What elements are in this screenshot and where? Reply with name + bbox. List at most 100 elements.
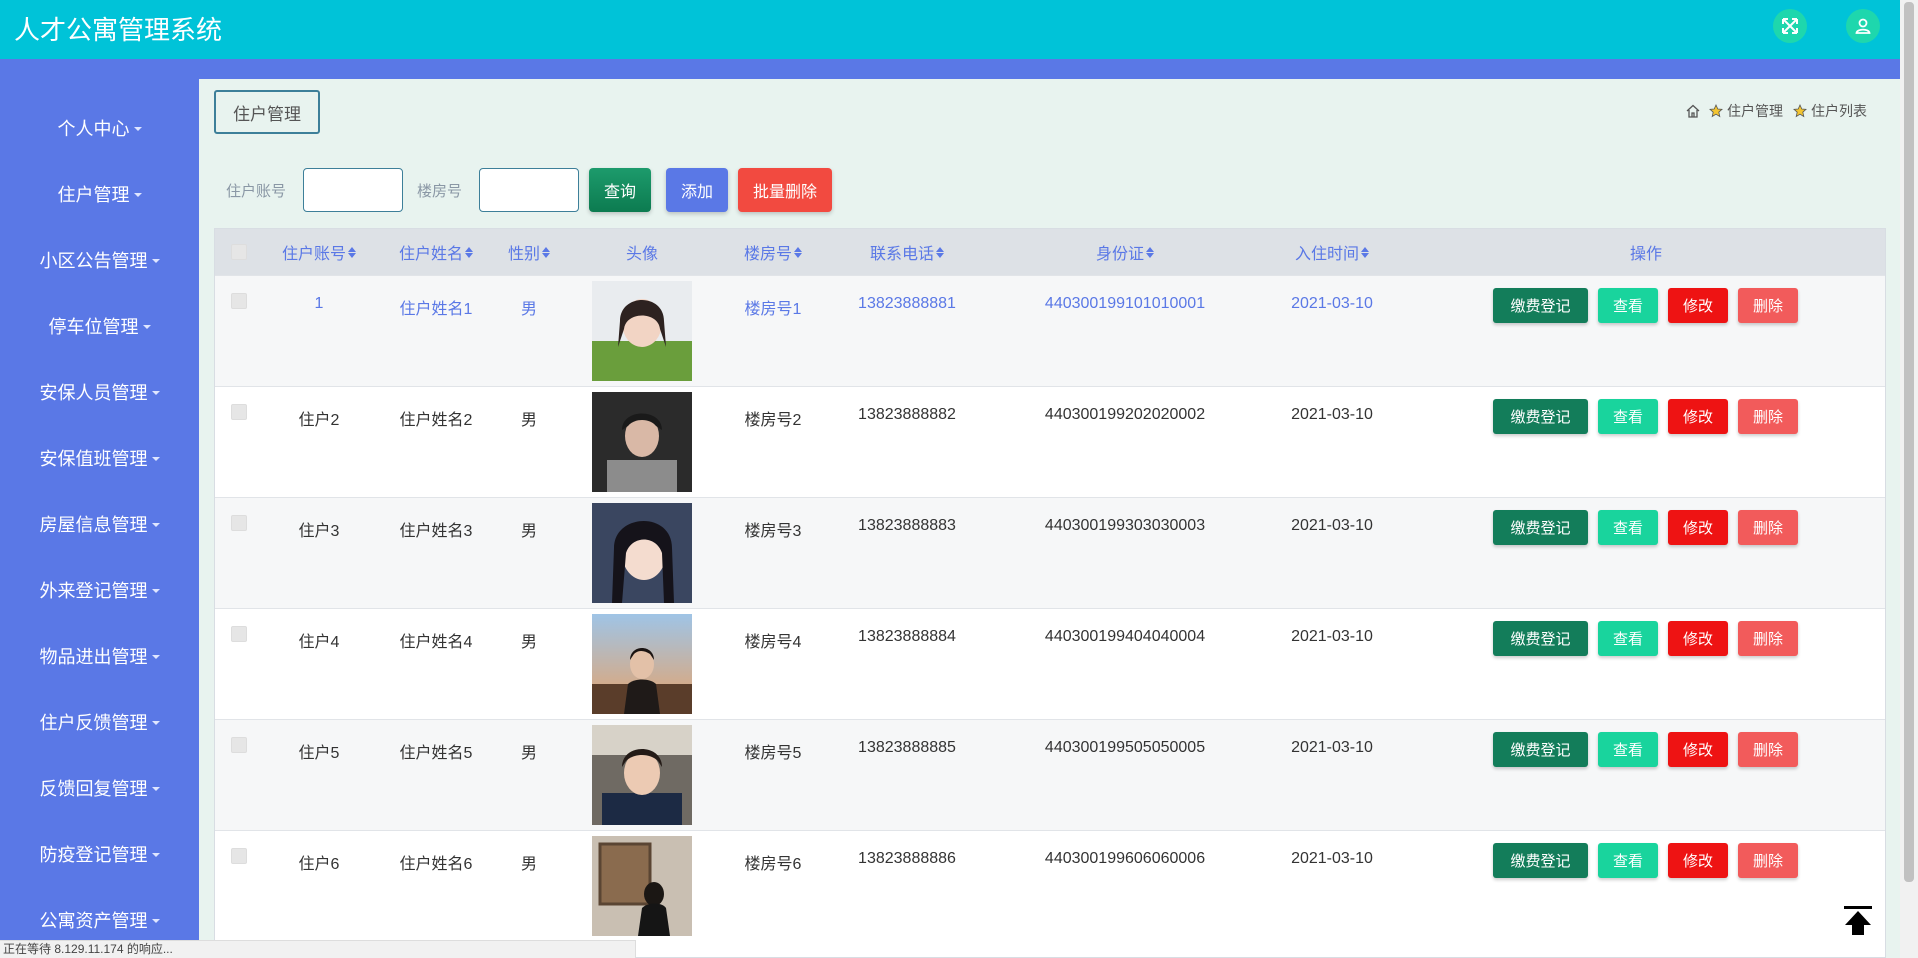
edit-button[interactable]: 修改 — [1668, 510, 1728, 545]
back-to-top-button[interactable] — [1840, 902, 1876, 938]
scrollbar-thumb[interactable] — [1904, 2, 1914, 882]
table-row: 住户5 住户姓名5 男 楼房号5 13823888885 44030019950… — [215, 719, 1885, 830]
header-label: 头像 — [625, 246, 659, 263]
edit-button[interactable]: 修改 — [1668, 399, 1728, 434]
sidebar-item-personal-center[interactable]: 个人中心 — [0, 108, 199, 148]
row-checkbox[interactable] — [231, 404, 247, 420]
sort-icon — [794, 246, 803, 258]
browser-status-bar: 正在等待 8.129.11.174 的响应... — [0, 940, 636, 958]
sidebar-item-label: 反馈回复管理 — [39, 779, 148, 799]
query-button[interactable]: 查询 — [589, 168, 652, 212]
sidebar-item-label: 防疫登记管理 — [39, 845, 148, 865]
delete-button[interactable]: 删除 — [1738, 399, 1798, 434]
header-actions: 操作 — [1630, 229, 1662, 275]
chevron-down-icon — [151, 655, 160, 659]
view-button[interactable]: 查看 — [1598, 510, 1658, 545]
chevron-down-icon — [151, 919, 160, 923]
fullscreen-button[interactable] — [1773, 9, 1807, 43]
header-id-card[interactable]: 身份证 — [1096, 229, 1155, 275]
delete-button[interactable]: 删除 — [1738, 288, 1798, 323]
edit-button[interactable]: 修改 — [1668, 843, 1728, 878]
page-scrollbar[interactable] — [1900, 0, 1918, 958]
cell-id-card: 440300199101010001 — [1044, 295, 1206, 312]
pay-register-button[interactable]: 缴费登记 — [1493, 510, 1588, 545]
sidebar-item-label: 房屋信息管理 — [39, 515, 148, 535]
edit-button[interactable]: 修改 — [1668, 288, 1728, 323]
pay-register-button[interactable]: 缴费登记 — [1493, 399, 1588, 434]
cell-name: 住户姓名2 — [399, 412, 473, 429]
view-button[interactable]: 查看 — [1598, 399, 1658, 434]
cell-phone: 13823888885 — [858, 739, 956, 756]
sidebar-item-resident-management[interactable]: 住户管理 — [0, 174, 199, 214]
fullscreen-icon — [1782, 18, 1798, 34]
delete-button[interactable]: 删除 — [1738, 732, 1798, 767]
sidebar: 个人中心 住户管理 小区公告管理 停车位管理 安保人员管理 安保值班管理 房屋信… — [0, 79, 199, 958]
sidebar-item-parking-management[interactable]: 停车位管理 — [0, 306, 199, 346]
header-checkin[interactable]: 入住时间 — [1295, 229, 1370, 275]
sidebar-item-label: 个人中心 — [57, 119, 130, 139]
cell-phone: 13823888883 — [858, 517, 956, 534]
sidebar-item-housing-info-management[interactable]: 房屋信息管理 — [0, 504, 199, 544]
header-name[interactable]: 住户姓名 — [399, 229, 474, 275]
view-button[interactable]: 查看 — [1598, 621, 1658, 656]
pay-register-button[interactable]: 缴费登记 — [1493, 732, 1588, 767]
header-gender[interactable]: 性别 — [508, 229, 551, 275]
sidebar-item-notice-management[interactable]: 小区公告管理 — [0, 240, 199, 280]
resident-table: 住户账号 住户姓名 性别 头像 楼房号 联系电话 身份证 入住时间 操作 1 住… — [214, 228, 1886, 958]
user-icon — [1855, 18, 1871, 34]
chevron-down-icon — [151, 589, 160, 593]
batch-delete-button[interactable]: 批量删除 — [738, 168, 833, 212]
chevron-down-icon — [151, 853, 160, 857]
sidebar-item-security-duty-management[interactable]: 安保值班管理 — [0, 438, 199, 478]
view-button[interactable]: 查看 — [1598, 843, 1658, 878]
select-all-checkbox[interactable] — [231, 244, 247, 260]
row-checkbox[interactable] — [231, 293, 247, 309]
pay-register-button[interactable]: 缴费登记 — [1493, 288, 1588, 323]
table-row: 住户3 住户姓名3 男 楼房号3 13823888883 44030019930… — [215, 497, 1885, 608]
row-checkbox[interactable] — [231, 626, 247, 642]
sidebar-item-feedback-reply-management[interactable]: 反馈回复管理 — [0, 768, 199, 808]
account-input[interactable] — [303, 168, 404, 212]
edit-button[interactable]: 修改 — [1668, 621, 1728, 656]
table-row: 1 住户姓名1 男 楼房号1 13823888881 4403001991010… — [215, 275, 1885, 386]
sidebar-item-label: 住户反馈管理 — [39, 713, 148, 733]
edit-button[interactable]: 修改 — [1668, 732, 1728, 767]
cell-name: 住户姓名4 — [399, 634, 473, 651]
sidebar-item-visitor-registration-management[interactable]: 外来登记管理 — [0, 570, 199, 610]
header-phone[interactable]: 联系电话 — [870, 229, 945, 275]
header-account[interactable]: 住户账号 — [282, 229, 357, 275]
cell-name: 住户姓名6 — [399, 856, 473, 873]
view-button[interactable]: 查看 — [1598, 288, 1658, 323]
delete-button[interactable]: 删除 — [1738, 843, 1798, 878]
breadcrumb-item[interactable]: 住户管理 — [1727, 101, 1783, 121]
chevron-down-icon — [133, 193, 142, 197]
building-label: 楼房号 — [417, 182, 463, 200]
chevron-down-icon — [151, 721, 160, 725]
sidebar-item-apartment-asset-management[interactable]: 公寓资产管理 — [0, 900, 199, 940]
cell-building: 楼房号4 — [744, 634, 802, 651]
cell-id-card: 440300199202020002 — [1044, 406, 1206, 423]
pay-register-button[interactable]: 缴费登记 — [1493, 621, 1588, 656]
cell-checkin: 2021-03-10 — [1291, 628, 1373, 645]
delete-button[interactable]: 删除 — [1738, 510, 1798, 545]
delete-button[interactable]: 删除 — [1738, 621, 1798, 656]
table-header: 住户账号 住户姓名 性别 头像 楼房号 联系电话 身份证 入住时间 操作 — [215, 229, 1885, 275]
row-checkbox[interactable] — [231, 848, 247, 864]
cell-checkin: 2021-03-10 — [1291, 517, 1373, 534]
sidebar-item-security-staff-management[interactable]: 安保人员管理 — [0, 372, 199, 412]
pay-register-button[interactable]: 缴费登记 — [1493, 843, 1588, 878]
cell-checkin: 2021-03-10 — [1291, 406, 1373, 423]
building-input[interactable] — [479, 168, 580, 212]
sidebar-item-epidemic-registration-management[interactable]: 防疫登记管理 — [0, 834, 199, 874]
sidebar-item-goods-in-out-management[interactable]: 物品进出管理 — [0, 636, 199, 676]
sidebar-item-resident-feedback-management[interactable]: 住户反馈管理 — [0, 702, 199, 742]
sort-icon — [1146, 246, 1155, 258]
header-building[interactable]: 楼房号 — [744, 229, 803, 275]
user-menu-button[interactable] — [1846, 9, 1880, 43]
sidebar-item-label: 安保人员管理 — [39, 383, 148, 403]
row-checkbox[interactable] — [231, 515, 247, 531]
chevron-down-icon — [142, 325, 151, 329]
row-checkbox[interactable] — [231, 737, 247, 753]
view-button[interactable]: 查看 — [1598, 732, 1658, 767]
add-button[interactable]: 添加 — [666, 168, 729, 212]
